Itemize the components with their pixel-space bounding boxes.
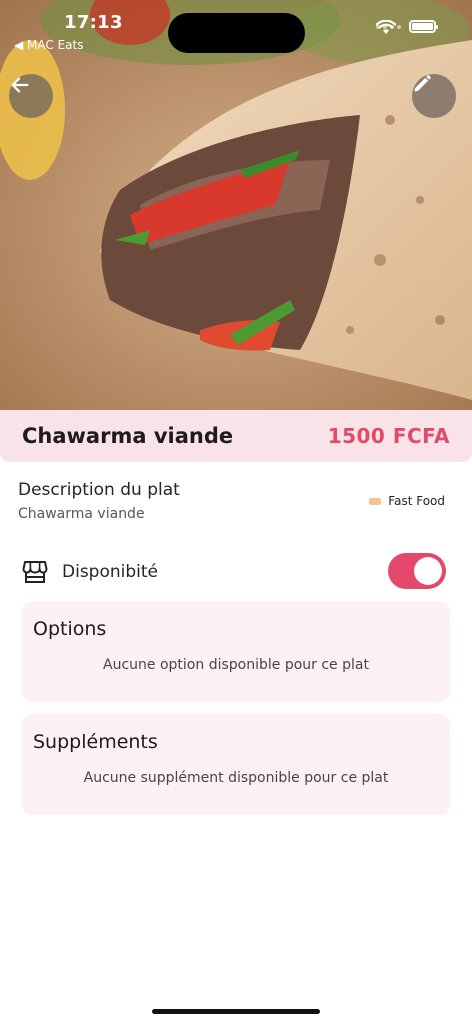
dish-photo: 17:13 ◀ MAC Eats — [0, 0, 472, 410]
supplements-card: Suppléments Aucune supplément disponible… — [22, 714, 450, 815]
availability-row: Disponibité — [22, 552, 446, 592]
dish-header: Chawarma viande 1500 FCFA — [0, 410, 472, 462]
dish-name: Chawarma viande — [22, 424, 234, 448]
toggle-knob — [414, 557, 442, 585]
category-label: Fast Food — [388, 494, 445, 508]
chawarma-image — [0, 0, 472, 410]
description-text: Chawarma viande — [18, 506, 145, 522]
status-icons — [376, 20, 438, 34]
availability-label: Disponibité — [62, 562, 158, 582]
back-button[interactable] — [9, 74, 53, 118]
home-indicator[interactable] — [152, 1009, 320, 1014]
options-empty-text: Aucune option disponible pour ce plat — [103, 657, 369, 673]
supplements-title: Suppléments — [33, 731, 158, 753]
tag-icon — [369, 497, 382, 505]
wifi-icon — [376, 20, 396, 34]
dish-price: 1500 FCFA — [327, 424, 450, 448]
dynamic-island — [168, 13, 305, 53]
options-card: Options Aucune option disponible pour ce… — [22, 601, 450, 702]
category-badge: Fast Food — [369, 494, 445, 508]
pencil-icon — [414, 75, 431, 92]
edit-button[interactable] — [412, 74, 456, 118]
availability-toggle[interactable] — [388, 553, 446, 589]
options-title: Options — [33, 618, 107, 640]
supplements-empty-text: Aucune supplément disponible pour ce pla… — [83, 770, 389, 786]
back-to-app-link[interactable]: ◀ MAC Eats — [14, 38, 83, 52]
arrow-left-icon — [11, 77, 29, 93]
status-time: 17:13 — [64, 12, 123, 33]
store-icon — [22, 561, 48, 583]
battery-icon — [409, 20, 438, 33]
